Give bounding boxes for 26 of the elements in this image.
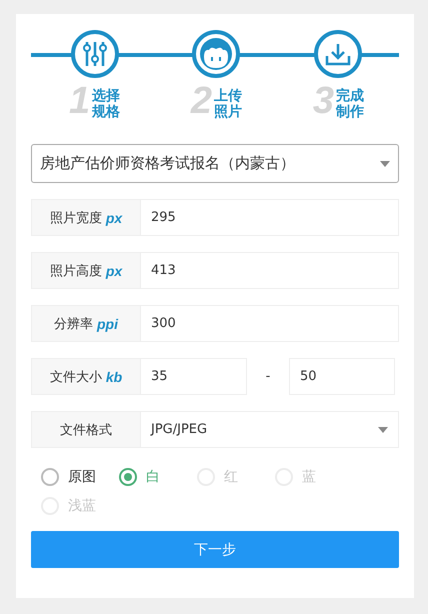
caret-icon xyxy=(378,426,388,432)
field-label: 照片高度 xyxy=(50,262,102,280)
step-label: 上传照片 xyxy=(214,89,242,120)
step-label: 选择规格 xyxy=(92,89,120,120)
input-field[interactable]: 295 xyxy=(141,199,399,236)
format-select[interactable]: JPG/JPEG xyxy=(141,411,399,448)
caret-icon xyxy=(380,160,390,166)
field-label: 文件格式 xyxy=(60,422,112,438)
face-icon xyxy=(199,37,234,71)
field-label: 分辨率 xyxy=(54,316,93,332)
unit-label: kb xyxy=(106,368,122,384)
field-label: 照片宽度 xyxy=(50,210,102,226)
step-label: 完成制作 xyxy=(336,89,364,120)
input-field[interactable]: 35 xyxy=(141,358,247,395)
unit-label: px xyxy=(106,210,122,226)
radio-option[interactable]: 原图 xyxy=(41,468,119,486)
range-separator: - xyxy=(264,369,272,384)
input-field[interactable]: 300 xyxy=(141,305,399,342)
input-field[interactable]: 50 xyxy=(289,358,395,395)
download-icon xyxy=(325,42,352,66)
sliders-icon xyxy=(82,41,107,67)
field-label: 文件大小 xyxy=(50,368,102,386)
input-field[interactable]: 413 xyxy=(141,252,399,289)
exam-select[interactable]: 房地产估价师资格考试报名（内蒙古） xyxy=(31,144,399,183)
unit-label: ppi xyxy=(97,316,118,332)
unit-label: px xyxy=(106,262,122,278)
